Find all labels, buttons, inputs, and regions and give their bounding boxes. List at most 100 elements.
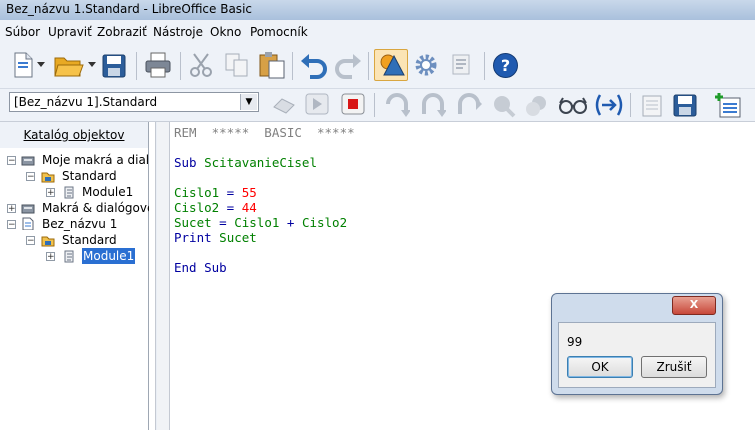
- compile-icon[interactable]: [272, 93, 296, 115]
- tree-item-standard-1[interactable]: − Standard: [0, 168, 148, 184]
- title-bar: Bez_názvu 1.Standard - LibreOffice Basic: [0, 0, 755, 20]
- code-token: Sucet: [174, 215, 212, 230]
- object-catalog-panel: Katalóg objektov − Moje makrá a dialó − …: [0, 122, 156, 430]
- ok-button[interactable]: OK: [567, 356, 633, 378]
- code-token: 55: [241, 185, 257, 200]
- gear-icon[interactable]: [413, 52, 439, 78]
- watch-glasses-icon[interactable]: [558, 95, 588, 115]
- cancel-button[interactable]: Zrušiť: [641, 356, 707, 378]
- dialog-body: 99 OK Zrušiť: [558, 322, 716, 388]
- macro-toolbar: [Bez_názvu 1].Standard ▼: [0, 89, 755, 122]
- dialog-close-button[interactable]: X: [672, 296, 716, 315]
- library-folder-icon: [41, 172, 55, 183]
- open-folder-icon[interactable]: [54, 52, 84, 78]
- chevron-down-icon[interactable]: ▼: [240, 94, 257, 110]
- panel-splitter[interactable]: [149, 122, 156, 430]
- code-token: Cislo2: [174, 200, 220, 215]
- chevron-down-icon[interactable]: [88, 62, 96, 68]
- code-token: ***** BASIC *****: [196, 125, 355, 140]
- menu-tools[interactable]: Nástroje: [153, 25, 203, 39]
- tree-item-module1-1[interactable]: + Module1: [0, 184, 148, 200]
- toolbar-separator: [180, 52, 181, 80]
- import-basic-icon[interactable]: [714, 92, 742, 118]
- find-parentheses-icon[interactable]: [594, 93, 624, 117]
- save-icon[interactable]: [102, 54, 126, 78]
- module-icon: [64, 250, 74, 263]
- code-line: REM ***** BASIC *****: [174, 125, 355, 140]
- code-token: Cislo1: [234, 215, 280, 230]
- expand-icon[interactable]: +: [7, 204, 16, 214]
- tree-item-module1-2[interactable]: + Module1: [0, 248, 148, 264]
- code-line: End Sub: [174, 260, 227, 275]
- cut-icon[interactable]: [188, 52, 214, 78]
- code-token: 44: [241, 200, 257, 215]
- toolbar-separator: [374, 93, 375, 117]
- code-line: Cislo2 = 44: [174, 200, 257, 215]
- object-catalog-title: Katalóg objektov: [0, 122, 148, 148]
- tree-item-label: Standard: [62, 169, 117, 183]
- menu-window[interactable]: Okno: [210, 25, 241, 39]
- redo-icon[interactable]: [334, 53, 362, 79]
- step-out-icon[interactable]: [456, 92, 482, 118]
- collapse-icon[interactable]: −: [7, 156, 16, 166]
- library-select-value: [Bez_názvu 1].Standard: [14, 95, 158, 109]
- standard-toolbar: ?: [0, 44, 755, 89]
- code-token: +: [279, 215, 302, 230]
- collapse-icon[interactable]: −: [26, 236, 35, 246]
- new-document-icon[interactable]: [12, 52, 34, 78]
- menu-file[interactable]: Súbor: [5, 25, 40, 39]
- code-token: REM: [174, 125, 197, 140]
- tree-item-standard-2[interactable]: − Standard: [0, 232, 148, 248]
- insert-source-icon[interactable]: [640, 92, 664, 118]
- menu-view[interactable]: Zobraziť: [97, 25, 147, 39]
- expand-icon[interactable]: +: [46, 252, 55, 262]
- code-token: =: [219, 185, 242, 200]
- tree-item-label: Bez_názvu 1: [42, 217, 118, 231]
- script-icon[interactable]: [449, 53, 473, 77]
- code-token: ScitavanieCisel: [196, 155, 317, 170]
- code-line: Sucet = Cislo1 + Cislo2: [174, 215, 347, 230]
- stop-icon[interactable]: [341, 93, 365, 115]
- expand-icon[interactable]: +: [46, 188, 55, 198]
- code-token: Cislo1: [174, 185, 220, 200]
- tree-item-label: Makrá & dialógove: [42, 201, 155, 215]
- breakpoint-margin[interactable]: [157, 122, 170, 430]
- shapes-toggle-button[interactable]: [374, 49, 408, 81]
- print-icon[interactable]: [145, 52, 171, 78]
- step-into-icon[interactable]: [384, 92, 410, 118]
- code-token: =: [219, 200, 242, 215]
- menu-help[interactable]: Pomocník: [250, 25, 308, 39]
- save-source-icon[interactable]: [673, 92, 699, 118]
- collapse-icon[interactable]: −: [7, 220, 16, 230]
- collapse-icon[interactable]: −: [26, 172, 35, 182]
- tree-item-document[interactable]: − Bez_názvu 1: [0, 216, 148, 232]
- tree-item-my-macros[interactable]: − Moje makrá a dialó: [0, 152, 156, 168]
- menu-edit[interactable]: Upraviť: [48, 25, 92, 39]
- help-icon[interactable]: ?: [492, 52, 519, 79]
- code-token: =: [211, 215, 235, 230]
- step-over-icon[interactable]: [420, 92, 446, 118]
- library-select[interactable]: [Bez_názvu 1].Standard ▼: [9, 92, 259, 112]
- toolbar-separator: [630, 93, 631, 117]
- code-token: Print: [174, 230, 212, 245]
- toolbar-separator: [484, 52, 485, 80]
- code-line: Print Sucet: [174, 230, 257, 245]
- module-icon: [64, 186, 74, 199]
- code-token: Sub: [174, 155, 197, 170]
- toolbar-separator: [136, 52, 137, 80]
- library-folder-icon: [41, 236, 55, 247]
- tree-item-label: Module1: [82, 185, 134, 199]
- paste-icon[interactable]: [258, 51, 286, 79]
- copy-icon[interactable]: [224, 52, 250, 78]
- menu-bar: Súbor Upraviť Zobraziť Nástroje Okno Pom…: [0, 20, 755, 44]
- tree-item-label: Moje makrá a dialó: [42, 153, 157, 167]
- undo-icon[interactable]: [300, 53, 328, 79]
- run-icon[interactable]: [305, 93, 329, 115]
- tree-item-app-macros[interactable]: + Makrá & dialógove: [0, 200, 154, 216]
- code-token: Sucet: [219, 230, 257, 245]
- chevron-down-icon[interactable]: [37, 62, 45, 68]
- manage-breakpoints-icon[interactable]: [524, 92, 550, 118]
- macro-container-icon: [21, 204, 35, 214]
- breakpoint-icon[interactable]: [490, 92, 516, 118]
- svg-text:?: ?: [501, 56, 510, 75]
